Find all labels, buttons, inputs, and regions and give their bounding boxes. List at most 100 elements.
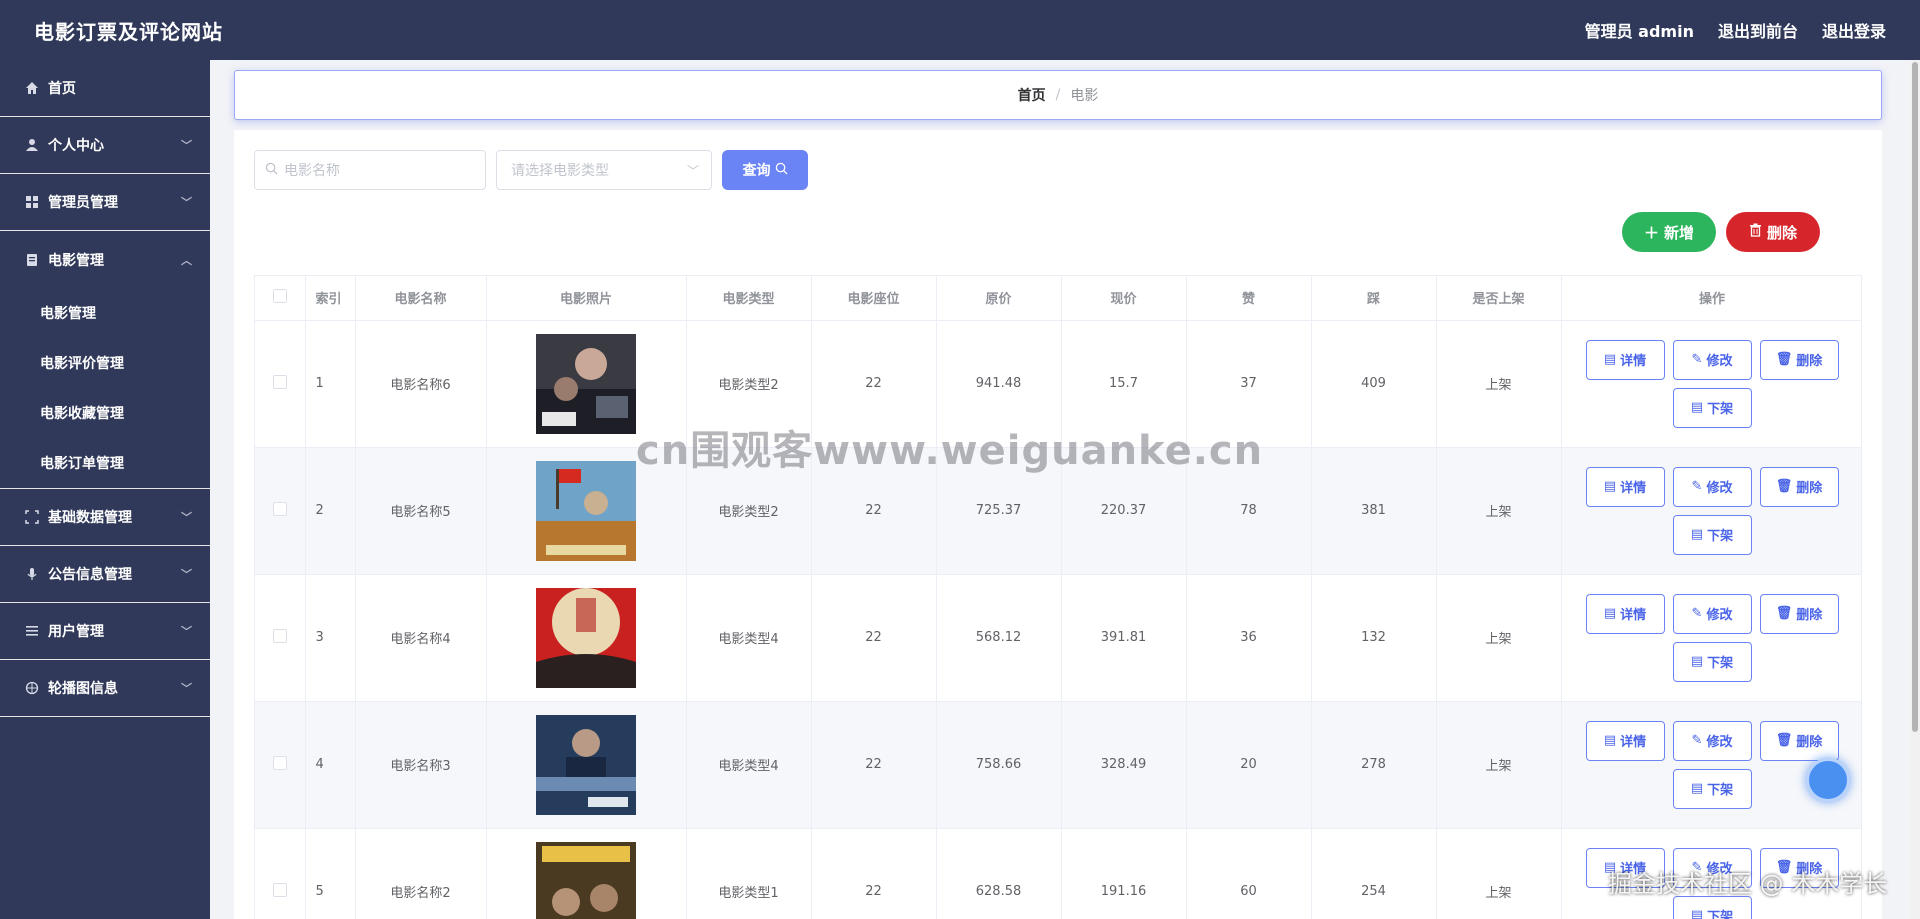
chevron-down-icon: ﹀ bbox=[181, 568, 192, 581]
row-checkbox[interactable] bbox=[272, 882, 287, 897]
status-cell: 上架 bbox=[1436, 828, 1562, 919]
edit-label: 修改 bbox=[1706, 354, 1733, 369]
trash-icon bbox=[1749, 223, 1762, 241]
sidebar-item-movie[interactable]: 电影管理 ︿ bbox=[0, 231, 210, 288]
delete-label: 删除 bbox=[1796, 608, 1823, 623]
current-price-cell: 328.49 bbox=[1061, 701, 1187, 829]
floating-action-button[interactable] bbox=[1806, 758, 1850, 802]
original-price-cell: 628.58 bbox=[936, 828, 1062, 919]
delete-button[interactable]: 🗑 删除 bbox=[1759, 720, 1839, 761]
edit-button[interactable]: ✎ 修改 bbox=[1672, 466, 1752, 507]
row-checkbox[interactable] bbox=[272, 628, 287, 643]
movie-table: 索引 电影名称 电影照片 电影类型 电影座位 原价 现价 赞 踩 是否上架 操作… bbox=[254, 275, 1862, 919]
sidebar-item-users[interactable]: 用户管理 ﹀ bbox=[0, 603, 210, 660]
sidebar-item-admin[interactable]: 管理员管理 ﹀ bbox=[0, 174, 210, 231]
edit-button[interactable]: ✎ 修改 bbox=[1672, 720, 1752, 761]
query-button[interactable]: 查询 bbox=[722, 150, 808, 190]
delete-label: 删除 bbox=[1796, 354, 1823, 369]
select-all-checkbox[interactable] bbox=[272, 288, 287, 303]
offline-button[interactable]: ▤ 下架 bbox=[1672, 514, 1752, 555]
front-link[interactable]: 退出到前台 bbox=[1718, 18, 1798, 42]
sidebar-subitem-review[interactable]: 电影评价管理 bbox=[0, 338, 210, 388]
pencil-icon: ✎ bbox=[1691, 606, 1703, 621]
offline-button[interactable]: ▤ 下架 bbox=[1672, 387, 1752, 428]
like-count-cell: 60 bbox=[1186, 828, 1312, 919]
sidebar-subitem-movie[interactable]: 电影管理 bbox=[0, 288, 210, 338]
movie-photo-cell bbox=[486, 574, 687, 702]
offline-button[interactable]: ▤ 下架 bbox=[1672, 641, 1752, 682]
row-checkbox[interactable] bbox=[272, 755, 287, 770]
row-select-cell[interactable] bbox=[255, 447, 306, 575]
edit-button[interactable]: ✎ 修改 bbox=[1672, 593, 1752, 634]
document-icon: ▤ bbox=[1603, 733, 1617, 748]
table-header-row: 索引 电影名称 电影照片 电影类型 电影座位 原价 现价 赞 踩 是否上架 操作 bbox=[255, 276, 1861, 321]
movie-name-cell: 电影名称3 bbox=[355, 701, 487, 829]
detail-button[interactable]: ▤ 详情 bbox=[1585, 466, 1665, 507]
dislike-count-cell: 132 bbox=[1311, 574, 1437, 702]
movie-name-placeholder: 电影名称 bbox=[284, 163, 340, 179]
logout-link[interactable]: 退出登录 bbox=[1822, 18, 1886, 42]
delete-label: 删除 bbox=[1766, 223, 1797, 242]
current-price-cell: 391.81 bbox=[1061, 574, 1187, 702]
column-header: 电影类型 bbox=[686, 276, 812, 321]
sidebar-item-home[interactable]: 首页 bbox=[0, 60, 210, 117]
row-checkbox[interactable] bbox=[272, 374, 287, 389]
row-select-cell[interactable] bbox=[255, 828, 306, 919]
delete-button[interactable]: 🗑 删除 bbox=[1759, 339, 1839, 380]
batch-delete-button[interactable]: 删除 bbox=[1726, 212, 1820, 252]
dislike-count-cell: 254 bbox=[1311, 828, 1437, 919]
movie-seats-cell: 22 bbox=[811, 828, 937, 919]
row-select-cell[interactable] bbox=[255, 701, 306, 829]
compass-icon bbox=[24, 680, 40, 696]
sidebar-item-label: 管理员管理 bbox=[48, 195, 118, 211]
movie-name-input[interactable]: 电影名称 bbox=[254, 150, 486, 190]
delete-button[interactable]: 🗑 删除 bbox=[1759, 466, 1839, 507]
current-price-cell: 191.16 bbox=[1061, 828, 1187, 919]
edit-button[interactable]: ✎ 修改 bbox=[1672, 339, 1752, 380]
sidebar-item-label: 公告信息管理 bbox=[48, 567, 132, 583]
sidebar-item-notice[interactable]: 公告信息管理 ﹀ bbox=[0, 546, 210, 603]
sidebar-subitem-favorite[interactable]: 电影收藏管理 bbox=[0, 388, 210, 438]
grid-icon bbox=[24, 194, 40, 210]
scrollbar-thumb[interactable] bbox=[1912, 62, 1918, 732]
sidebar-item-carousel[interactable]: 轮播图信息 ﹀ bbox=[0, 660, 210, 717]
search-icon bbox=[775, 162, 788, 179]
sidebar-item-personal[interactable]: 个人中心 ﹀ bbox=[0, 117, 210, 174]
plus-icon: ＋ bbox=[1643, 223, 1659, 242]
operations-cell: ▤ 详情 ✎ 修改 🗑 删除 ▤ 下架 bbox=[1561, 574, 1861, 702]
breadcrumb-home[interactable]: 首页 bbox=[1018, 85, 1046, 105]
offline-button[interactable]: ▤ 下架 bbox=[1672, 895, 1752, 919]
movie-name-cell: 电影名称5 bbox=[355, 447, 487, 575]
detail-button[interactable]: ▤ 详情 bbox=[1585, 720, 1665, 761]
row-select-cell[interactable] bbox=[255, 574, 306, 702]
table-row: 3 电影名称4 电影类型4 22 568.12 391.81 36 132 上架 ▤ 详情 ✎ 修改 🗑 删… bbox=[255, 574, 1861, 702]
sidebar-item-label: 个人中心 bbox=[48, 138, 104, 154]
document-icon: ▤ bbox=[1690, 908, 1704, 919]
select-all-cell[interactable] bbox=[255, 276, 306, 321]
chevron-down-icon: ﹀ bbox=[181, 139, 192, 152]
movie-poster bbox=[536, 587, 636, 688]
offline-button[interactable]: ▤ 下架 bbox=[1672, 768, 1752, 809]
column-header: 原价 bbox=[936, 276, 1062, 321]
top-bar: 电影订票及评论网站 管理员 admin 退出到前台 退出登录 bbox=[0, 0, 1920, 60]
sidebar-subitem-order[interactable]: 电影订单管理 bbox=[0, 438, 210, 488]
detail-label: 详情 bbox=[1620, 735, 1647, 750]
delete-button[interactable]: 🗑 删除 bbox=[1759, 593, 1839, 634]
chevron-down-icon: ﹀ bbox=[181, 511, 192, 524]
row-select-cell[interactable] bbox=[255, 320, 306, 448]
like-count-cell: 36 bbox=[1186, 574, 1312, 702]
movie-seats-cell: 22 bbox=[811, 574, 937, 702]
chevron-down-icon: ﹀ bbox=[181, 625, 192, 638]
detail-button[interactable]: ▤ 详情 bbox=[1585, 593, 1665, 634]
sidebar-item-basic-data[interactable]: 基础数据管理 ﹀ bbox=[0, 489, 210, 546]
movie-type-select[interactable]: 请选择电影类型 ﹀ bbox=[496, 150, 712, 190]
query-label: 查询 bbox=[742, 163, 771, 179]
detail-button[interactable]: ▤ 详情 bbox=[1585, 339, 1665, 380]
row-checkbox[interactable] bbox=[272, 501, 287, 516]
column-header: 赞 bbox=[1186, 276, 1312, 321]
home-icon bbox=[24, 80, 40, 96]
edit-label: 修改 bbox=[1706, 481, 1733, 496]
movie-type-placeholder: 请选择电影类型 bbox=[511, 163, 609, 179]
trash-icon: 🗑 bbox=[1775, 479, 1793, 494]
add-button[interactable]: ＋ 新增 bbox=[1622, 212, 1716, 252]
